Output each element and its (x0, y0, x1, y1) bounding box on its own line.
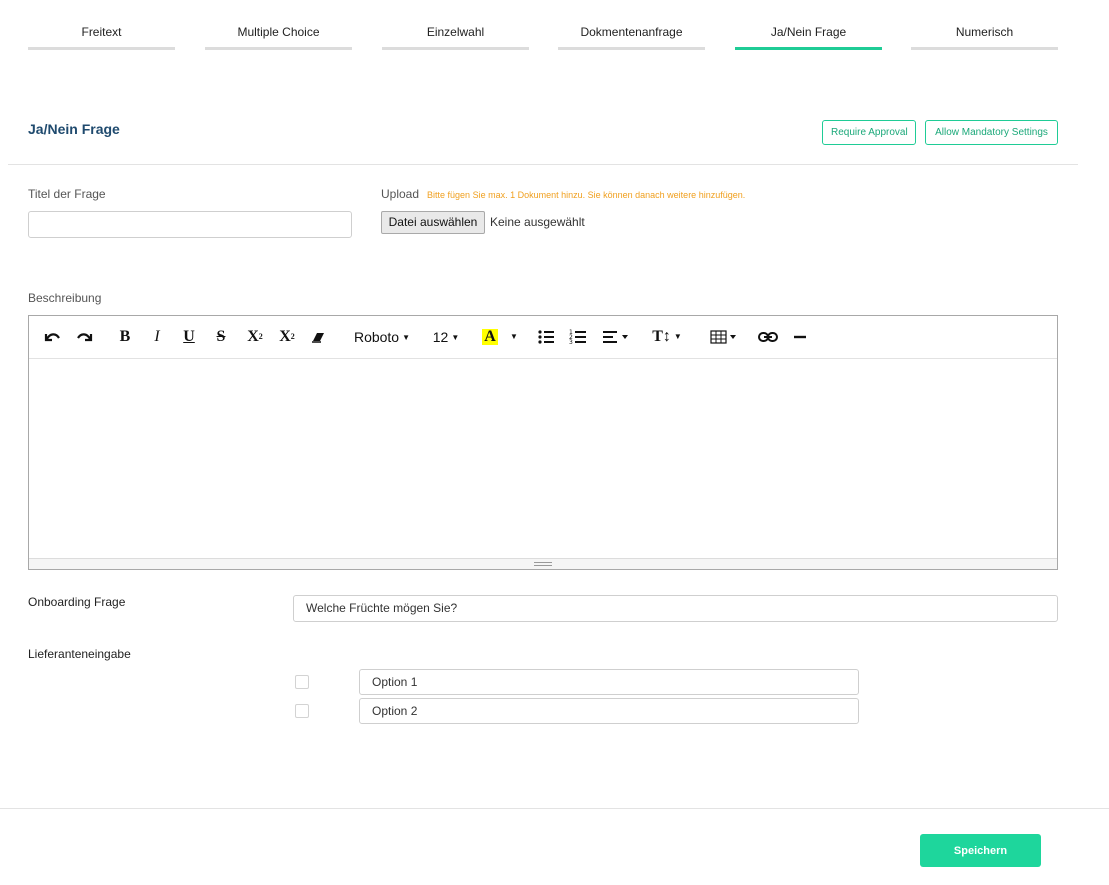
align-dropdown[interactable] (601, 325, 631, 349)
title-input[interactable] (28, 211, 352, 238)
strikethrough-icon[interactable]: S (211, 325, 231, 349)
option-1-checkbox[interactable] (295, 675, 309, 689)
upload-label: Upload (381, 187, 420, 201)
bold-icon[interactable]: B (115, 325, 135, 349)
font-size-value: 12 (432, 329, 449, 345)
unordered-list-icon[interactable] (536, 325, 556, 349)
editor-content-area[interactable] (29, 359, 1057, 559)
option-2-input[interactable]: Option 2 (359, 698, 859, 724)
tab-freitext[interactable]: Freitext (28, 0, 175, 50)
choose-file-button[interactable]: Datei auswählen (381, 211, 485, 234)
description-label: Beschreibung (28, 291, 102, 305)
file-status: Keine ausgewählt (490, 215, 585, 229)
font-family-value: Roboto (353, 329, 400, 345)
link-icon[interactable] (757, 325, 779, 349)
section-title: Ja/Nein Frage (28, 121, 120, 137)
upload-label-row: Upload Bitte fügen Sie max. 1 Dokument hi… (381, 187, 745, 201)
horizontal-rule-icon[interactable] (791, 325, 809, 349)
tab-einzelwahl[interactable]: Einzelwahl (382, 0, 529, 50)
line-height-icon: T↕ (652, 328, 671, 345)
highlight-color-dropdown-icon[interactable]: ▼ (507, 325, 521, 349)
table-dropdown[interactable] (709, 325, 739, 349)
option-1-input[interactable]: Option 1 (359, 669, 859, 695)
footer-divider (0, 808, 1109, 809)
require-approval-button[interactable]: Require Approval (822, 120, 916, 145)
line-height-dropdown[interactable]: T↕ ▼ (649, 325, 685, 349)
save-button[interactable]: Speichern (920, 834, 1041, 867)
font-size-dropdown[interactable]: 12 ▼ (429, 325, 463, 349)
rich-text-editor: B I U S X2 X2 Roboto ▼ 12 ▼ A ▼ 123 T↕ ▼ (28, 315, 1058, 570)
resize-grip-icon[interactable] (534, 562, 552, 566)
option-2-checkbox[interactable] (295, 704, 309, 718)
underline-icon[interactable]: U (179, 325, 199, 349)
onboarding-label: Onboarding Frage (28, 595, 126, 609)
undo-icon[interactable] (41, 325, 63, 349)
eraser-icon[interactable] (309, 325, 327, 349)
title-label: Titel der Frage (28, 187, 106, 201)
redo-icon[interactable] (74, 325, 96, 349)
italic-icon[interactable]: I (147, 325, 167, 349)
header-divider (8, 164, 1078, 165)
onboarding-question-input[interactable]: Welche Früchte mögen Sie? (293, 595, 1058, 622)
superscript-icon[interactable]: X2 (243, 325, 267, 349)
align-left-icon (603, 331, 628, 343)
subscript-icon[interactable]: X2 (275, 325, 299, 349)
font-family-dropdown[interactable]: Roboto ▼ (351, 325, 413, 349)
tab-numerisch[interactable]: Numerisch (911, 0, 1058, 50)
highlight-color-icon[interactable]: A (480, 325, 500, 349)
supplier-input-label: Lieferanteneingabe (28, 647, 131, 661)
table-icon (710, 330, 736, 344)
editor-resize-bar[interactable] (29, 558, 1057, 569)
upload-hint: Bitte fügen Sie max. 1 Dokument hinzu. S… (427, 190, 746, 200)
tab-dokumentenanfrage[interactable]: Dokmentenanfrage (558, 0, 705, 50)
svg-text:3: 3 (569, 339, 573, 346)
tab-ja-nein-frage[interactable]: Ja/Nein Frage (735, 0, 882, 50)
allow-mandatory-settings-button[interactable]: Allow Mandatory Settings (925, 120, 1058, 145)
ordered-list-icon[interactable]: 123 (568, 325, 588, 349)
question-type-tabs: Freitext Multiple Choice Einzelwahl Dokm… (28, 0, 1058, 50)
tab-multiple-choice[interactable]: Multiple Choice (205, 0, 352, 50)
editor-toolbar: B I U S X2 X2 Roboto ▼ 12 ▼ A ▼ 123 T↕ ▼ (29, 316, 1057, 359)
